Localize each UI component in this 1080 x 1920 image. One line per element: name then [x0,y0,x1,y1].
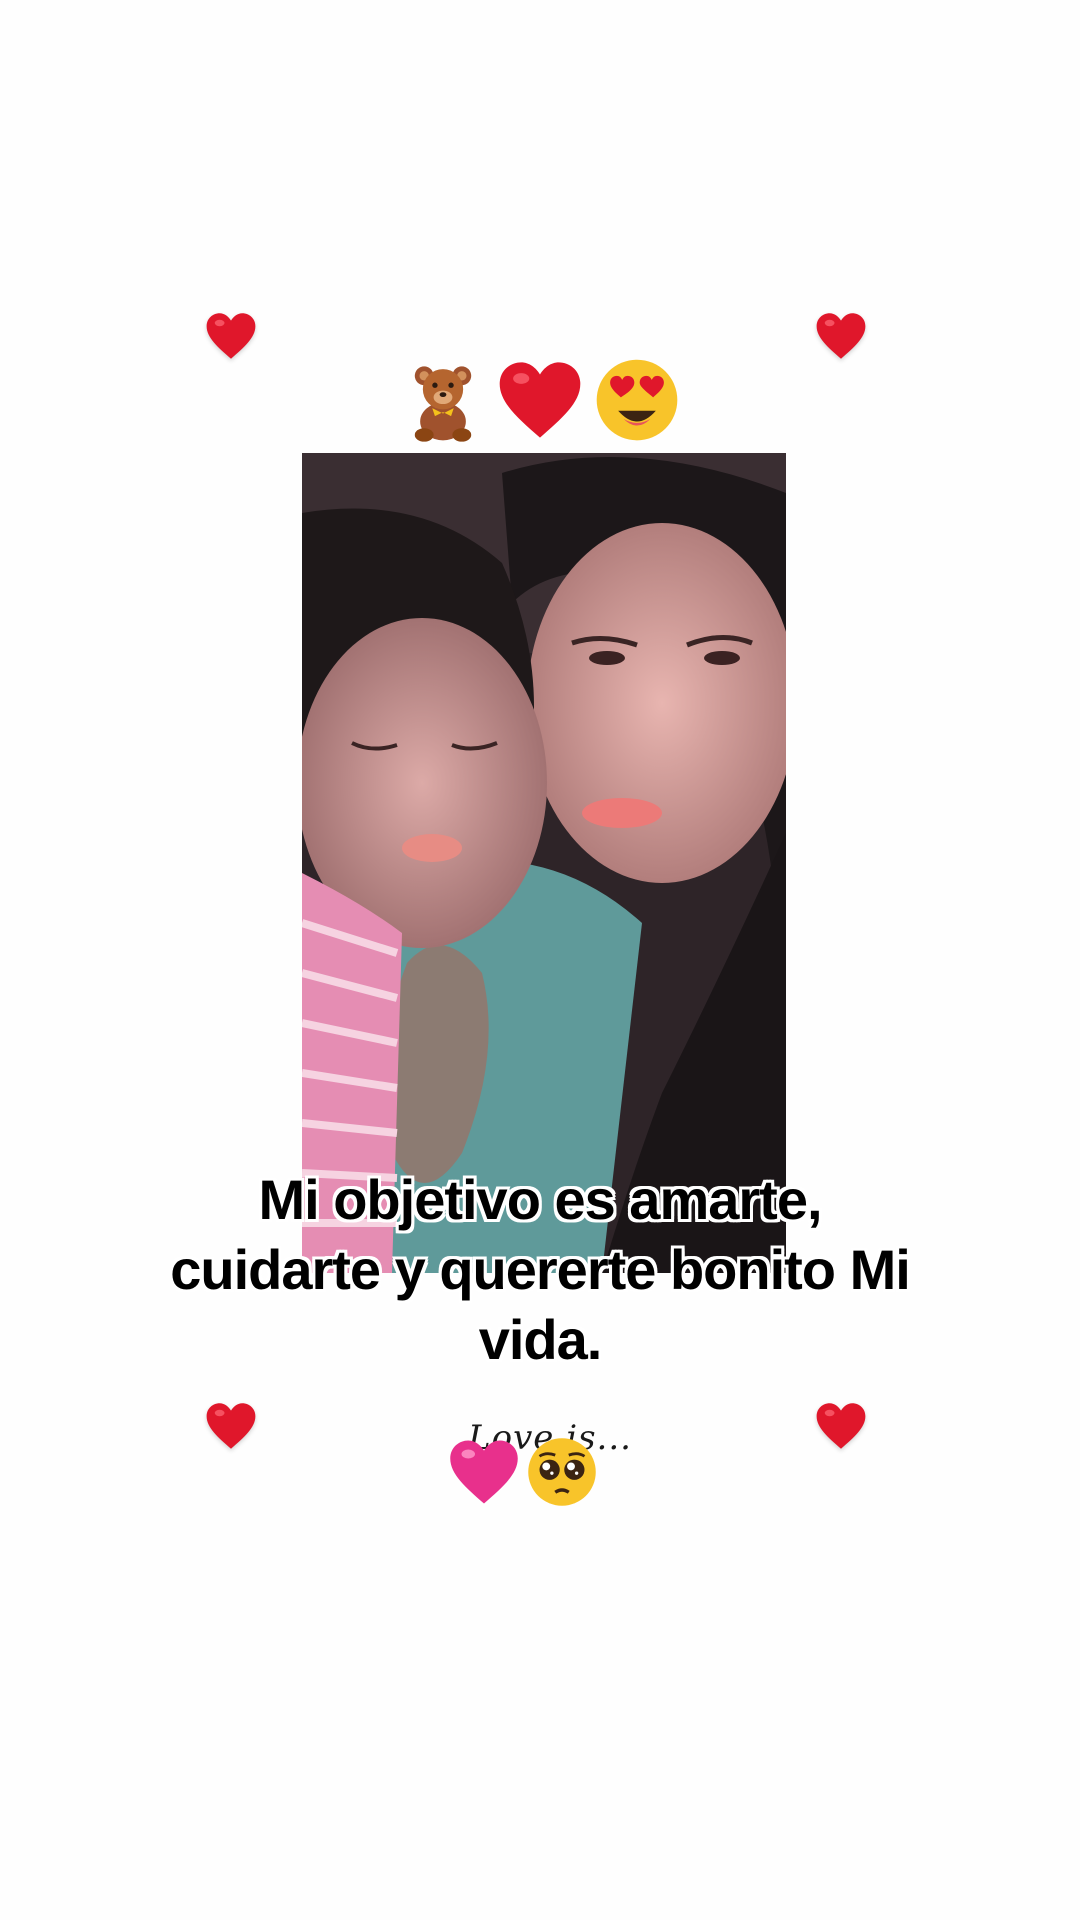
pleading-face-icon [528,1438,596,1506]
heart-eyes-face-icon [596,359,678,441]
red-heart-icon [205,310,257,362]
caption-line-1: Mi objetivo es amarte, [258,1168,822,1231]
selfie-photo [302,453,786,1273]
pink-heart-icon [450,1440,518,1504]
red-heart-icon [499,362,581,438]
caption-line-3: vida. [478,1308,603,1371]
bottom-emoji-row [448,1432,608,1512]
caption-text: Mi objetivo es amarte, cuidarte y querer… [40,1165,1040,1375]
red-heart-icon [815,1400,867,1452]
story-canvas: Mi objetivo es amarte, cuidarte y querer… [0,0,1080,1920]
teddy-bear-icon [414,366,472,442]
caption-line-2: cuidarte y quererte bonito Mi [170,1238,911,1301]
red-heart-icon [205,1400,257,1452]
top-emoji-row [400,355,680,445]
red-heart-icon [815,310,867,362]
